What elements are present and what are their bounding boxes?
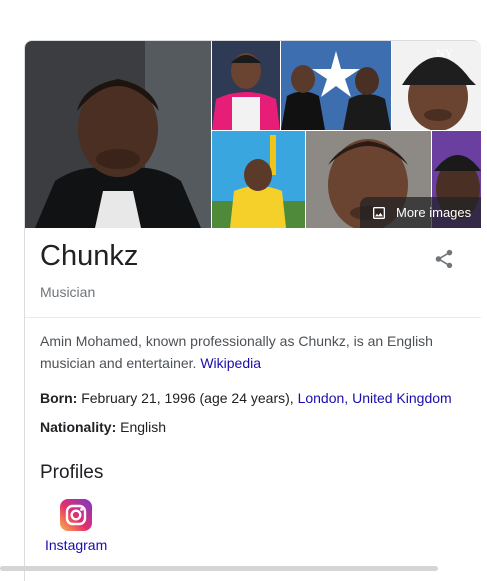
gallery-image-5[interactable] (212, 131, 305, 228)
instagram-label: Instagram (45, 537, 108, 553)
share-icon[interactable] (433, 248, 455, 270)
born-value: February 21, 1996 (age 24 years), (81, 390, 294, 406)
gallery-image-2[interactable] (212, 41, 280, 130)
more-images-button[interactable]: More images (360, 197, 481, 228)
nationality-value: English (120, 419, 167, 435)
born-label: Born: (40, 390, 78, 406)
horizontal-scrollbar[interactable] (0, 566, 438, 571)
fact-born: Born: February 21, 1996 (age 24 years), … (40, 387, 452, 409)
entity-description: Amin Mohamed, known professionally as Ch… (40, 330, 450, 374)
profiles-heading: Profiles (40, 462, 104, 483)
fact-nationality: Nationality: English (40, 416, 166, 438)
title-block: Chunkz Musician (40, 238, 138, 300)
image-icon (371, 205, 387, 221)
profile-instagram[interactable]: Instagram (45, 499, 107, 553)
section-divider (25, 317, 481, 318)
gallery-image-3[interactable] (281, 41, 391, 130)
nationality-label: Nationality: (40, 419, 117, 435)
gallery-image-4[interactable]: NY (392, 41, 481, 130)
london-link[interactable]: London, (298, 390, 349, 406)
wikipedia-link[interactable]: Wikipedia (200, 355, 261, 371)
more-images-label: More images (396, 205, 472, 220)
knowledge-panel: NY More images Chunkz Musician Amin Moha… (24, 40, 481, 581)
image-gallery: NY More images (25, 41, 481, 228)
entity-subtitle: Musician (40, 284, 96, 300)
united-kingdom-link[interactable]: United Kingdom (352, 390, 452, 406)
svg-text:NY: NY (436, 46, 454, 60)
entity-title: Chunkz (40, 240, 139, 272)
gallery-image-main[interactable] (25, 41, 211, 228)
instagram-icon (60, 499, 92, 531)
